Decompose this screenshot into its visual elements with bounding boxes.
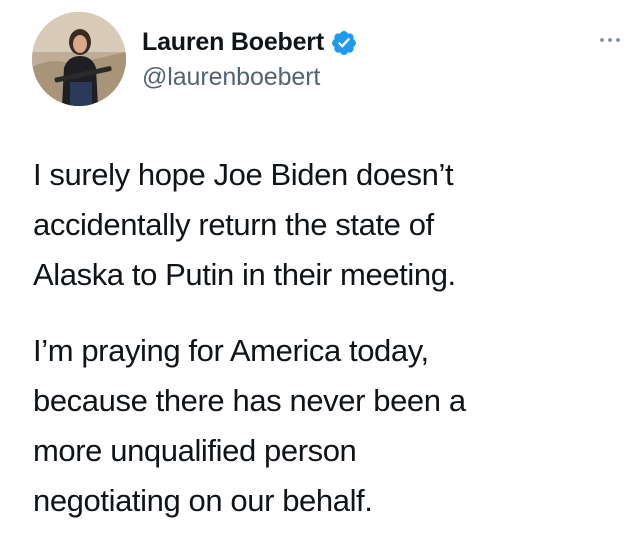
avatar[interactable]: [32, 12, 126, 106]
tweet-paragraph-1: I surely hope Joe Biden doesn’t accident…: [33, 150, 633, 300]
avatar-photo-icon: [32, 12, 126, 106]
tweet-line: accidentally return the state of: [33, 207, 434, 242]
tweet-line: negotiating on our behalf.: [33, 483, 373, 518]
verified-badge-icon: [330, 29, 358, 57]
author-handle[interactable]: @laurenboebert: [142, 63, 320, 92]
tweet-card: Lauren Boebert @laurenboebert I surely h…: [0, 0, 640, 560]
author-name-row: Lauren Boebert: [142, 28, 358, 57]
tweet-line: more unqualified person: [33, 433, 357, 468]
tweet-line: I’m praying for America today,: [33, 333, 429, 368]
tweet-line: Alaska to Putin in their meeting.: [33, 257, 456, 292]
display-name[interactable]: Lauren Boebert: [142, 28, 324, 57]
more-options-icon[interactable]: [600, 36, 620, 44]
tweet-paragraph-2: I’m praying for America today, because t…: [33, 326, 633, 526]
tweet-line: I surely hope Joe Biden doesn’t: [33, 157, 454, 192]
tweet-line: because there has never been a: [33, 383, 466, 418]
